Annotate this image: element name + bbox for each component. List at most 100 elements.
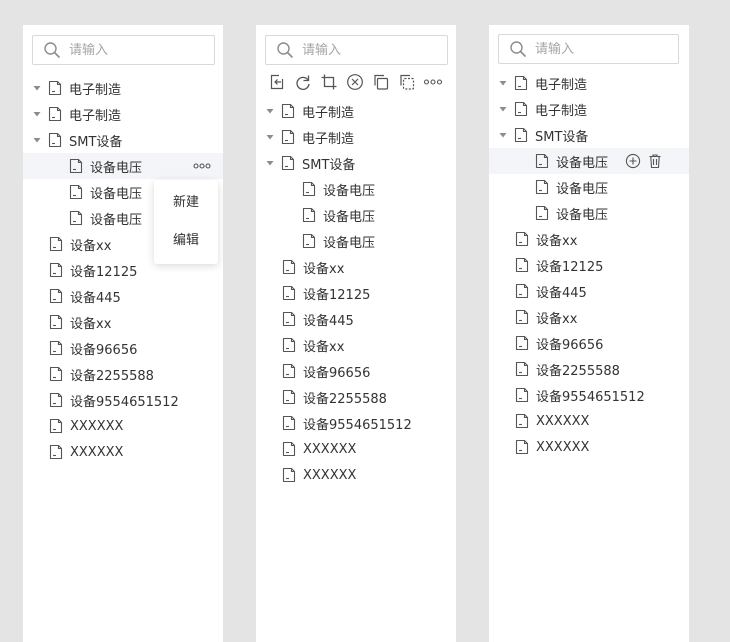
tree-node[interactable]: SMT设备 — [489, 122, 689, 148]
tree-node[interactable]: 设备电压 — [256, 202, 456, 228]
caret-down-icon[interactable] — [498, 104, 508, 114]
tree-node-label: XXXXXX — [303, 441, 357, 457]
caret-down-icon[interactable] — [32, 135, 42, 145]
tree-node-selected[interactable]: 设备电压 — [23, 153, 223, 179]
file-icon — [280, 155, 296, 171]
search-icon — [43, 41, 61, 59]
tree-node[interactable]: 设备电压 — [256, 228, 456, 254]
tree-node[interactable]: 设备445 — [256, 306, 456, 332]
tree-node[interactable]: 设备445 — [489, 278, 689, 304]
cancel-icon[interactable] — [345, 72, 365, 92]
tree-node[interactable]: 设备96656 — [489, 330, 689, 356]
search-input[interactable] — [302, 42, 432, 58]
tree-node[interactable]: 电子制造 — [256, 98, 456, 124]
tree-node[interactable]: SMT设备 — [23, 127, 223, 153]
tree-node[interactable]: 设备445 — [23, 283, 223, 309]
file-icon — [514, 361, 530, 377]
tree-node[interactable]: 设备9554651512 — [256, 410, 456, 436]
tree-node[interactable]: 设备2255588 — [23, 361, 223, 387]
tree-node[interactable]: 电子制造 — [23, 101, 223, 127]
context-menu: 新建 编辑 — [154, 180, 218, 264]
add-circle-icon[interactable] — [625, 153, 641, 169]
tree-node-label: XXXXXX — [303, 467, 357, 483]
file-icon — [281, 389, 297, 405]
file-icon — [68, 158, 84, 174]
tree-node-label: 设备xx — [536, 233, 578, 249]
tree-node[interactable]: 设备9554651512 — [23, 387, 223, 413]
caret-down-icon[interactable] — [32, 109, 42, 119]
tree-node[interactable]: 电子制造 — [23, 75, 223, 101]
tree-node-label: XXXXXX — [70, 444, 124, 460]
tree-node[interactable]: XXXXXX — [489, 408, 689, 434]
file-icon — [513, 75, 529, 91]
more-icon[interactable] — [423, 72, 443, 92]
tree-node[interactable]: XXXXXX — [256, 436, 456, 462]
device-tree: 电子制造 电子制造 SMT设备 设备电压 设备电压 设备电压 设备xx 设备12… — [256, 98, 456, 488]
tree-panel-row-actions: 电子制造 电子制造 SMT设备 设备电压 设 — [489, 25, 689, 642]
file-icon — [301, 233, 317, 249]
caret-down-icon[interactable] — [265, 158, 275, 168]
file-icon — [48, 392, 64, 408]
tree-node-label: 设备445 — [536, 285, 587, 301]
caret-down-icon[interactable] — [265, 106, 275, 116]
tree-node-selected[interactable]: 设备电压 — [489, 148, 689, 174]
search-box[interactable] — [32, 35, 215, 65]
file-icon — [281, 467, 297, 483]
tree-node[interactable]: 电子制造 — [489, 96, 689, 122]
tree-node[interactable]: 设备2255588 — [256, 384, 456, 410]
crop-icon[interactable] — [319, 72, 339, 92]
tree-node-label: 设备96656 — [70, 342, 138, 358]
tree-node[interactable]: 设备电压 — [489, 174, 689, 200]
tree-node[interactable]: 设备电压 — [256, 176, 456, 202]
file-icon — [281, 415, 297, 431]
tree-node[interactable]: XXXXXX — [23, 413, 223, 439]
tree-node[interactable]: 设备xx — [489, 304, 689, 330]
tree-node[interactable]: 设备xx — [23, 309, 223, 335]
paste-icon[interactable] — [397, 72, 417, 92]
file-icon — [280, 103, 296, 119]
tree-node[interactable]: SMT设备 — [256, 150, 456, 176]
tree-node[interactable]: 设备9554651512 — [489, 382, 689, 408]
tree-node[interactable]: 设备xx — [256, 254, 456, 280]
tree-node-label: 设备12125 — [536, 259, 604, 275]
file-icon — [48, 340, 64, 356]
search-box[interactable] — [498, 34, 679, 64]
device-tree: 电子制造 电子制造 SMT设备 设备电压 设备电压 设备电压 设备xx 设备12… — [23, 75, 223, 465]
search-icon — [276, 41, 294, 59]
file-icon — [48, 262, 64, 278]
file-icon — [534, 205, 550, 221]
tree-node[interactable]: 设备12125 — [489, 252, 689, 278]
more-icon[interactable] — [193, 160, 211, 172]
tree-toolbar — [267, 72, 443, 92]
tree-node[interactable]: 设备电压 — [489, 200, 689, 226]
tree-node[interactable]: 设备2255588 — [489, 356, 689, 382]
file-icon — [514, 257, 530, 273]
tree-node[interactable]: XXXXXX — [489, 434, 689, 460]
tree-node[interactable]: 设备96656 — [23, 335, 223, 361]
search-input[interactable] — [69, 42, 199, 58]
caret-down-icon[interactable] — [498, 130, 508, 140]
copy-icon[interactable] — [371, 72, 391, 92]
tree-node[interactable]: 设备96656 — [256, 358, 456, 384]
tree-node[interactable]: 设备12125 — [256, 280, 456, 306]
tree-node[interactable]: 设备xx — [256, 332, 456, 358]
redo-icon[interactable] — [293, 72, 313, 92]
tree-node-label: SMT设备 — [69, 134, 123, 150]
menu-item-edit[interactable]: 编辑 — [154, 222, 218, 260]
menu-item-new[interactable]: 新建 — [154, 184, 218, 222]
tree-node[interactable]: 电子制造 — [489, 70, 689, 96]
file-icon — [514, 283, 530, 299]
trash-icon[interactable] — [647, 153, 663, 169]
search-input[interactable] — [535, 41, 665, 57]
import-icon[interactable] — [267, 72, 287, 92]
tree-node-label: 设备2255588 — [70, 368, 154, 384]
search-box[interactable] — [265, 35, 448, 65]
tree-node[interactable]: XXXXXX — [256, 462, 456, 488]
tree-node-label: 设备电压 — [556, 207, 609, 223]
caret-down-icon[interactable] — [498, 78, 508, 88]
tree-node[interactable]: 设备xx — [489, 226, 689, 252]
tree-node[interactable]: 电子制造 — [256, 124, 456, 150]
tree-node[interactable]: XXXXXX — [23, 439, 223, 465]
caret-down-icon[interactable] — [265, 132, 275, 142]
caret-down-icon[interactable] — [32, 83, 42, 93]
